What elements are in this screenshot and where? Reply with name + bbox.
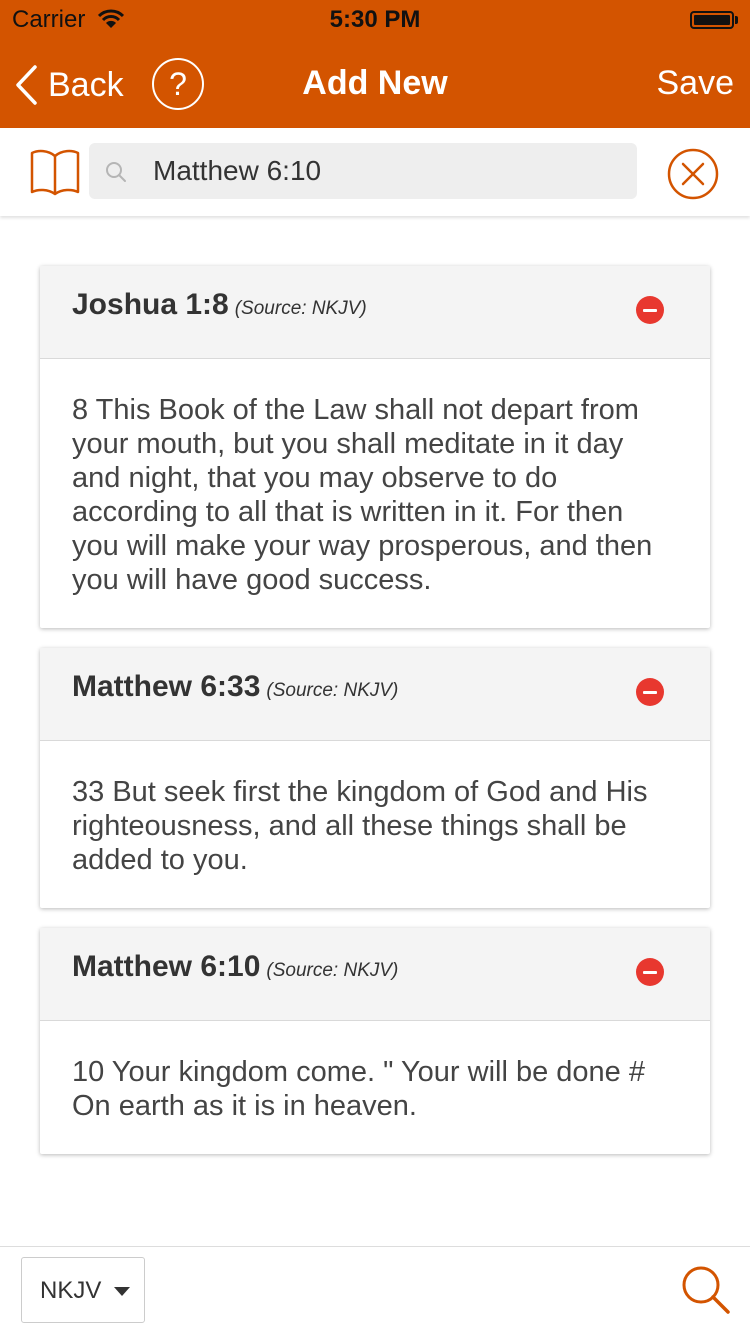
verse-header: Matthew 6:33 (Source: NKJV) [72, 670, 398, 704]
remove-verse-button[interactable] [636, 958, 664, 986]
status-bar: Carrier 5:30 PM [0, 0, 750, 40]
verse-source: (Source: NKJV) [266, 680, 399, 701]
verse-text: 8 This Book of the Law shall not depart … [72, 394, 653, 596]
verse-reference: Joshua 1:8 [72, 288, 229, 321]
verse-header: Matthew 6:10 (Source: NKJV) [72, 950, 398, 984]
verse-reference: Matthew 6:10 [72, 950, 261, 983]
verse-source: (Source: NKJV) [266, 960, 399, 981]
clear-search-button[interactable] [667, 148, 719, 200]
battery-nub [735, 16, 738, 24]
search-button[interactable] [680, 1264, 732, 1316]
navigation-bar: Carrier 5:30 PM Back ? Add New Save [0, 0, 750, 128]
help-button[interactable]: ? [152, 58, 204, 110]
caret-down-icon [114, 1287, 130, 1296]
verse-text: 33 But seek first the kingdom of God and… [72, 776, 648, 876]
back-label: Back [48, 65, 124, 104]
verse-card: Matthew 6:33 (Source: NKJV) 33 But seek f… [40, 648, 710, 908]
search-input[interactable] [153, 143, 623, 199]
remove-verse-button[interactable] [636, 678, 664, 706]
verse-reference: Matthew 6:33 [72, 670, 261, 703]
verse-card-header: Matthew 6:10 (Source: NKJV) [40, 928, 710, 1021]
search-field[interactable] [89, 143, 637, 199]
verse-card: Matthew 6:10 (Source: NKJV) 10 Your kingd… [40, 928, 710, 1154]
search-icon [106, 162, 126, 182]
battery-icon [690, 11, 734, 29]
back-button[interactable]: Back [14, 62, 124, 108]
verse-card-header: Joshua 1:8 (Source: NKJV) [40, 266, 710, 359]
verse-card: Joshua 1:8 (Source: NKJV) 8 This Book of … [40, 266, 710, 628]
status-time: 5:30 PM [329, 6, 421, 33]
chevron-left-icon [16, 65, 37, 105]
version-dropdown[interactable]: NKJV [21, 1257, 145, 1323]
version-label: NKJV [40, 1277, 102, 1304]
remove-verse-button[interactable] [636, 296, 664, 324]
book-icon[interactable] [30, 148, 80, 196]
verse-card-header: Matthew 6:33 (Source: NKJV) [40, 648, 710, 741]
save-button[interactable]: Save [657, 64, 735, 103]
verse-header: Joshua 1:8 (Source: NKJV) [72, 288, 367, 322]
verse-source: (Source: NKJV) [234, 298, 367, 319]
verse-text: 10 Your kingdom come. " Your will be don… [72, 1056, 645, 1122]
